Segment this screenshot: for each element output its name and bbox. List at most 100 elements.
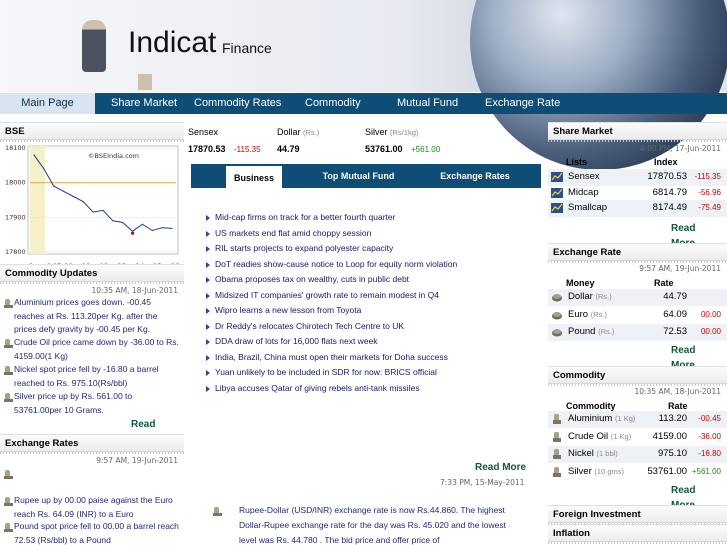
- row-change: -115.35: [694, 172, 721, 181]
- bullet-icon: [206, 385, 210, 392]
- news-headline-link[interactable]: RIL starts projects to expand polyester …: [215, 243, 393, 253]
- rate-row[interactable]: Dollar (Rs.) 44.79: [548, 289, 727, 306]
- row-change: -36.00: [698, 431, 721, 441]
- nav-main-page[interactable]: Main Page: [0, 93, 95, 114]
- commodity-update-item[interactable]: Aluminium prices goes down. -00.45 reach…: [14, 296, 182, 337]
- money-icon: [552, 311, 562, 319]
- row-label: Nickel (1 bbl): [568, 448, 618, 459]
- main-nav: Main Page Share Market Commodity Rates C…: [0, 93, 727, 114]
- row-value: 4159.00: [652, 430, 687, 442]
- rate-row[interactable]: Sensex 17870.53 -115.35: [548, 169, 727, 186]
- row-name: Midcap: [568, 186, 599, 198]
- rate-row[interactable]: Silver (10 gms) 53761.00 +561.00: [548, 464, 727, 481]
- exchange-rate-read-more[interactable]: Read More: [671, 343, 705, 367]
- nav-commodity[interactable]: Commodity: [305, 93, 361, 114]
- rate-row[interactable]: Aluminium (1 Kg) 113.20 -00.45: [548, 411, 727, 428]
- row-value: 53761.00: [647, 465, 687, 477]
- row-name: Aluminium: [568, 413, 613, 424]
- row-name: Nickel: [568, 448, 594, 459]
- index-silver[interactable]: Silver (Rs/1kg) 53761.00 +561.00: [365, 125, 541, 157]
- tab-business[interactable]: Business: [226, 164, 282, 188]
- bullet-icon: [206, 339, 210, 345]
- row-label: Aluminium (1 Kg): [568, 413, 635, 424]
- row-name: Crude Oil: [568, 430, 609, 442]
- row-name: Silver: [568, 465, 592, 477]
- news-headline-link[interactable]: Obama proposes tax on wealthy, cuts in p…: [215, 274, 409, 284]
- preopen-band: [30, 146, 45, 254]
- news-headline-link[interactable]: Wipro learns a new lesson from Toyota: [215, 305, 361, 315]
- news-headline-link[interactable]: Mid-cap firms on track for a better four…: [215, 212, 395, 222]
- rate-row[interactable]: Midcap 6814.79 -56.96: [548, 185, 727, 202]
- index-value: 44.79: [277, 144, 300, 154]
- commodity-read-more[interactable]: Read More: [671, 483, 705, 507]
- data-point: [43, 168, 45, 170]
- row-value: 44.79: [663, 291, 687, 302]
- rupee-dollar-text[interactable]: Rupee-Dollar (USD/INR) exchange rate is …: [239, 503, 523, 545]
- page: Indicat Finance Main Page Share Market C…: [0, 0, 727, 545]
- y-tick-label: 17900: [5, 213, 26, 221]
- row-value: 64.09: [663, 308, 687, 320]
- rate-row[interactable]: Smallcap 8174.49 -75.49: [548, 200, 727, 217]
- news-headline-link[interactable]: Yuan unlikely to be included in SDR for …: [215, 367, 437, 377]
- bullet-icon: [206, 354, 210, 361]
- nav-mutual-fund[interactable]: Mutual Fund: [397, 93, 458, 114]
- hand-icon: [4, 366, 13, 375]
- data-point: [141, 223, 144, 225]
- news-headline-link[interactable]: DDA draw of lots for 16,000 flats next w…: [215, 336, 378, 346]
- col-rate: Rate: [668, 401, 688, 411]
- news-stamp: 7:33 PM, 15-May-2011: [440, 478, 525, 487]
- index-sensex[interactable]: Sensex 17870.53 -115.35: [188, 125, 276, 157]
- row-change: 00.00: [700, 309, 721, 319]
- news-headline-link[interactable]: Libya accuses Qatar of giving rebels ant…: [215, 383, 420, 393]
- news-headline-link[interactable]: Midsized IT companies' growth rate to re…: [215, 290, 439, 300]
- rate-row[interactable]: Crude Oil (1 Kg) 4159.00 -36.00: [548, 429, 727, 446]
- news-read-more[interactable]: Read More: [475, 462, 526, 473]
- news-headline-link[interactable]: US markets end flat amid choppy session: [215, 228, 371, 238]
- chart-icon: [551, 187, 563, 198]
- exchange-rate-stamp: 9:57 AM, 19-Jun-2011: [639, 264, 721, 273]
- hand-icon: [553, 449, 561, 459]
- commodity-update-item[interactable]: Silver price up by Rs. 561.00 to 53761.0…: [14, 390, 182, 417]
- tab-top-mutual-fund[interactable]: Top Mutual Fund: [301, 164, 416, 188]
- row-name: Pound: [568, 326, 596, 337]
- commodity-updates-stamp: 10:35 AM, 18-Jun-2011: [91, 286, 178, 295]
- bullet-icon: [206, 323, 210, 330]
- tab-exchange-rates[interactable]: Exchange Rates: [423, 164, 527, 188]
- chair-image: [138, 74, 152, 90]
- bse-header: BSE: [0, 122, 184, 142]
- nav-share-market[interactable]: Share Market: [111, 93, 177, 114]
- hand-icon: [553, 466, 561, 477]
- commodity-updates-header: Commodity Updates: [0, 264, 184, 284]
- rate-row[interactable]: Pound (Rs.) 72.53 00.00: [548, 324, 727, 341]
- exchange-rate-item[interactable]: Pound spot price fell to 00.00 a barrel …: [14, 520, 182, 545]
- commodity-update-item[interactable]: Crude Oil price came down by -36.00 to R…: [14, 336, 182, 363]
- index-dollar[interactable]: Dollar (Rs.) 44.79: [277, 125, 365, 157]
- rate-row[interactable]: Nickel (1 bbl) 975.10 -16.80: [548, 446, 727, 463]
- exchange-rate-item[interactable]: Rupee up by 00.00 paise against the Euro…: [14, 494, 182, 521]
- row-unit: (Rs.): [595, 292, 612, 301]
- left-column: BSE ©BSEIndia.com 1810018000179001780099…: [0, 122, 184, 545]
- hand-icon: [4, 470, 13, 479]
- data-point: [92, 211, 94, 213]
- nav-commodity-rates[interactable]: Commodity Rates: [194, 93, 281, 114]
- nav-exchange-rate[interactable]: Exchange Rate: [485, 93, 560, 114]
- commodity-update-item[interactable]: Nickel spot price fell by -16.80 a barre…: [14, 363, 182, 390]
- hand-icon: [553, 414, 561, 424]
- row-value: 72.53: [663, 326, 687, 337]
- row-change: -16.80: [698, 449, 721, 458]
- news-headline-link[interactable]: India, Brazil, China must open their mar…: [215, 352, 448, 362]
- tab-spacer: [191, 164, 200, 188]
- data-point: [72, 195, 75, 198]
- news-headline-link[interactable]: Dr Reddy's relocates Chirotech Tech Cent…: [215, 321, 404, 331]
- col-lists: Lists: [566, 157, 588, 167]
- bse-chart[interactable]: ©BSEIndia.com 1810018000179001780099:151…: [4, 144, 180, 272]
- news-headline-link[interactable]: DoT readies show-cause notice to Loop fo…: [215, 259, 457, 269]
- index-value: 17870.53: [188, 144, 226, 154]
- hand-icon: [4, 523, 13, 532]
- row-unit: (1 Kg): [615, 414, 636, 423]
- rate-row[interactable]: Euro (Rs.) 64.09 00.00: [548, 307, 727, 324]
- bullet-icon: [206, 370, 210, 376]
- share-market-read-more[interactable]: Read More: [671, 221, 705, 245]
- row-unit: (1 Kg): [610, 431, 632, 441]
- data-point: [161, 227, 163, 229]
